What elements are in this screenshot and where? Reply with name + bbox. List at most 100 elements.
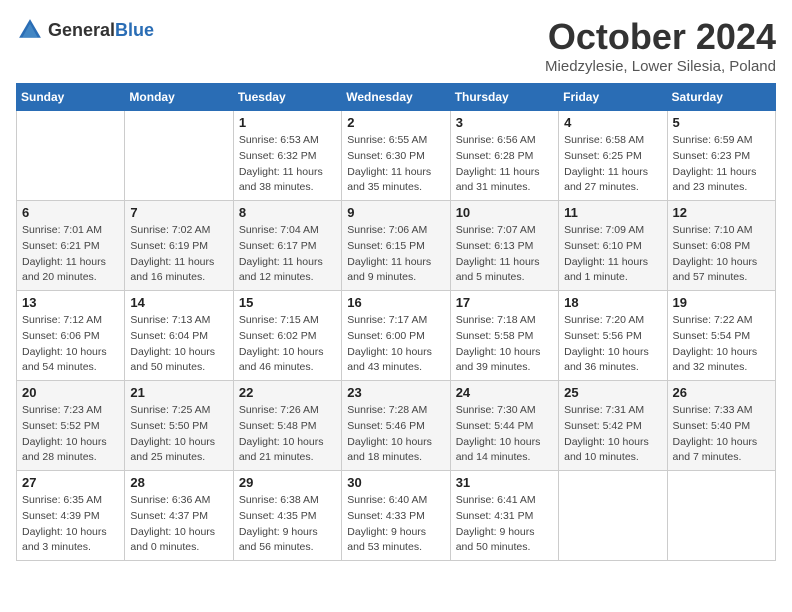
- day-detail: Sunrise: 7:25 AMSunset: 5:50 PMDaylight:…: [130, 403, 227, 466]
- calendar-cell: 17Sunrise: 7:18 AMSunset: 5:58 PMDayligh…: [450, 291, 558, 381]
- day-number: 12: [673, 205, 770, 220]
- calendar-cell: 5 Sunrise: 6:59 AMSunset: 6:23 PMDaylight…: [667, 111, 775, 201]
- calendar-week-row: 1 Sunrise: 6:53 AMSunset: 6:32 PMDaylight…: [17, 111, 776, 201]
- day-detail: Sunrise: 7:15 AMSunset: 6:02 PMDaylight:…: [239, 313, 336, 376]
- day-detail: Sunrise: 6:41 AMSunset: 4:31 PMDaylight:…: [456, 493, 553, 556]
- day-detail: Sunrise: 7:07 AMSunset: 6:13 PMDaylight:…: [456, 223, 553, 286]
- day-detail: Sunrise: 7:22 AMSunset: 5:54 PMDaylight:…: [673, 313, 770, 376]
- day-detail: Sunrise: 6:38 AMSunset: 4:35 PMDaylight:…: [239, 493, 336, 556]
- day-detail: Sunrise: 6:36 AMSunset: 4:37 PMDaylight:…: [130, 493, 227, 556]
- day-detail: Sunrise: 7:31 AMSunset: 5:42 PMDaylight:…: [564, 403, 661, 466]
- day-number: 26: [673, 385, 770, 400]
- day-number: 6: [22, 205, 119, 220]
- weekday-header: Sunday: [17, 84, 125, 111]
- calendar-cell: 4 Sunrise: 6:58 AMSunset: 6:25 PMDaylight…: [559, 111, 667, 201]
- day-number: 9: [347, 205, 444, 220]
- calendar-table: SundayMondayTuesdayWednesdayThursdayFrid…: [16, 83, 776, 561]
- day-detail: Sunrise: 7:06 AMSunset: 6:15 PMDaylight:…: [347, 223, 444, 286]
- day-detail: Sunrise: 7:10 AMSunset: 6:08 PMDaylight:…: [673, 223, 770, 286]
- day-number: 20: [22, 385, 119, 400]
- logo: GeneralBlue: [16, 16, 154, 44]
- day-detail: Sunrise: 6:59 AMSunset: 6:23 PMDaylight:…: [673, 133, 770, 196]
- day-number: 4: [564, 115, 661, 130]
- day-number: 14: [130, 295, 227, 310]
- day-detail: Sunrise: 7:28 AMSunset: 5:46 PMDaylight:…: [347, 403, 444, 466]
- day-detail: Sunrise: 7:01 AMSunset: 6:21 PMDaylight:…: [22, 223, 119, 286]
- weekday-header: Wednesday: [342, 84, 450, 111]
- calendar-week-row: 13 Sunrise: 7:12 AMSunset: 6:06 PMDayligh…: [17, 291, 776, 381]
- day-number: 18: [564, 295, 661, 310]
- calendar-cell: 2Sunrise: 6:55 AMSunset: 6:30 PMDaylight…: [342, 111, 450, 201]
- calendar-cell: 16Sunrise: 7:17 AMSunset: 6:00 PMDayligh…: [342, 291, 450, 381]
- weekday-header-row: SundayMondayTuesdayWednesdayThursdayFrid…: [17, 84, 776, 111]
- day-number: 29: [239, 475, 336, 490]
- calendar-cell: 25 Sunrise: 7:31 AMSunset: 5:42 PMDayligh…: [559, 381, 667, 471]
- calendar-cell: 30Sunrise: 6:40 AMSunset: 4:33 PMDayligh…: [342, 471, 450, 561]
- day-number: 8: [239, 205, 336, 220]
- calendar-cell: [667, 471, 775, 561]
- day-number: 28: [130, 475, 227, 490]
- day-number: 5: [673, 115, 770, 130]
- weekday-header: Friday: [559, 84, 667, 111]
- day-number: 27: [22, 475, 119, 490]
- day-number: 30: [347, 475, 444, 490]
- calendar-week-row: 27 Sunrise: 6:35 AMSunset: 4:39 PMDayligh…: [17, 471, 776, 561]
- calendar-cell: 7 Sunrise: 7:02 AMSunset: 6:19 PMDaylight…: [125, 201, 233, 291]
- calendar-cell: 1 Sunrise: 6:53 AMSunset: 6:32 PMDaylight…: [233, 111, 341, 201]
- weekday-header: Saturday: [667, 84, 775, 111]
- title-block: October 2024 Miedzylesie, Lower Silesia,…: [545, 16, 776, 75]
- calendar-cell: 13 Sunrise: 7:12 AMSunset: 6:06 PMDayligh…: [17, 291, 125, 381]
- day-detail: Sunrise: 7:02 AMSunset: 6:19 PMDaylight:…: [130, 223, 227, 286]
- calendar-cell: [559, 471, 667, 561]
- day-number: 11: [564, 205, 661, 220]
- calendar-cell: 27 Sunrise: 6:35 AMSunset: 4:39 PMDayligh…: [17, 471, 125, 561]
- day-number: 24: [456, 385, 553, 400]
- calendar-cell: 9 Sunrise: 7:06 AMSunset: 6:15 PMDaylight…: [342, 201, 450, 291]
- calendar-cell: 22 Sunrise: 7:26 AMSunset: 5:48 PMDayligh…: [233, 381, 341, 471]
- day-detail: Sunrise: 7:30 AMSunset: 5:44 PMDaylight:…: [456, 403, 553, 466]
- calendar-week-row: 20Sunrise: 7:23 AMSunset: 5:52 PMDayligh…: [17, 381, 776, 471]
- weekday-header: Tuesday: [233, 84, 341, 111]
- day-detail: Sunrise: 6:35 AMSunset: 4:39 PMDaylight:…: [22, 493, 119, 556]
- calendar-week-row: 6 Sunrise: 7:01 AMSunset: 6:21 PMDaylight…: [17, 201, 776, 291]
- day-detail: Sunrise: 7:33 AMSunset: 5:40 PMDaylight:…: [673, 403, 770, 466]
- day-number: 21: [130, 385, 227, 400]
- calendar-cell: [125, 111, 233, 201]
- calendar-cell: 23Sunrise: 7:28 AMSunset: 5:46 PMDayligh…: [342, 381, 450, 471]
- day-number: 15: [239, 295, 336, 310]
- calendar-cell: 14Sunrise: 7:13 AMSunset: 6:04 PMDayligh…: [125, 291, 233, 381]
- logo-blue: Blue: [115, 20, 154, 40]
- calendar-cell: 31Sunrise: 6:41 AMSunset: 4:31 PMDayligh…: [450, 471, 558, 561]
- calendar-cell: 28 Sunrise: 6:36 AMSunset: 4:37 PMDayligh…: [125, 471, 233, 561]
- calendar-cell: 10 Sunrise: 7:07 AMSunset: 6:13 PMDayligh…: [450, 201, 558, 291]
- day-number: 7: [130, 205, 227, 220]
- calendar-cell: 6 Sunrise: 7:01 AMSunset: 6:21 PMDaylight…: [17, 201, 125, 291]
- day-detail: Sunrise: 7:12 AMSunset: 6:06 PMDaylight:…: [22, 313, 119, 376]
- calendar-cell: 15 Sunrise: 7:15 AMSunset: 6:02 PMDayligh…: [233, 291, 341, 381]
- day-number: 2: [347, 115, 444, 130]
- day-detail: Sunrise: 6:58 AMSunset: 6:25 PMDaylight:…: [564, 133, 661, 196]
- day-detail: Sunrise: 7:18 AMSunset: 5:58 PMDaylight:…: [456, 313, 553, 376]
- day-detail: Sunrise: 7:26 AMSunset: 5:48 PMDaylight:…: [239, 403, 336, 466]
- day-detail: Sunrise: 6:53 AMSunset: 6:32 PMDaylight:…: [239, 133, 336, 196]
- day-number: 13: [22, 295, 119, 310]
- day-number: 16: [347, 295, 444, 310]
- day-number: 3: [456, 115, 553, 130]
- day-number: 10: [456, 205, 553, 220]
- day-number: 22: [239, 385, 336, 400]
- day-detail: Sunrise: 7:09 AMSunset: 6:10 PMDaylight:…: [564, 223, 661, 286]
- day-detail: Sunrise: 7:20 AMSunset: 5:56 PMDaylight:…: [564, 313, 661, 376]
- day-detail: Sunrise: 6:56 AMSunset: 6:28 PMDaylight:…: [456, 133, 553, 196]
- logo-general: General: [48, 20, 115, 40]
- day-number: 19: [673, 295, 770, 310]
- calendar-cell: 21 Sunrise: 7:25 AMSunset: 5:50 PMDayligh…: [125, 381, 233, 471]
- day-number: 1: [239, 115, 336, 130]
- day-number: 25: [564, 385, 661, 400]
- calendar-cell: 11 Sunrise: 7:09 AMSunset: 6:10 PMDayligh…: [559, 201, 667, 291]
- day-detail: Sunrise: 7:04 AMSunset: 6:17 PMDaylight:…: [239, 223, 336, 286]
- calendar-cell: 3 Sunrise: 6:56 AMSunset: 6:28 PMDaylight…: [450, 111, 558, 201]
- calendar-cell: 20Sunrise: 7:23 AMSunset: 5:52 PMDayligh…: [17, 381, 125, 471]
- calendar-cell: [17, 111, 125, 201]
- calendar-cell: 24 Sunrise: 7:30 AMSunset: 5:44 PMDayligh…: [450, 381, 558, 471]
- weekday-header: Monday: [125, 84, 233, 111]
